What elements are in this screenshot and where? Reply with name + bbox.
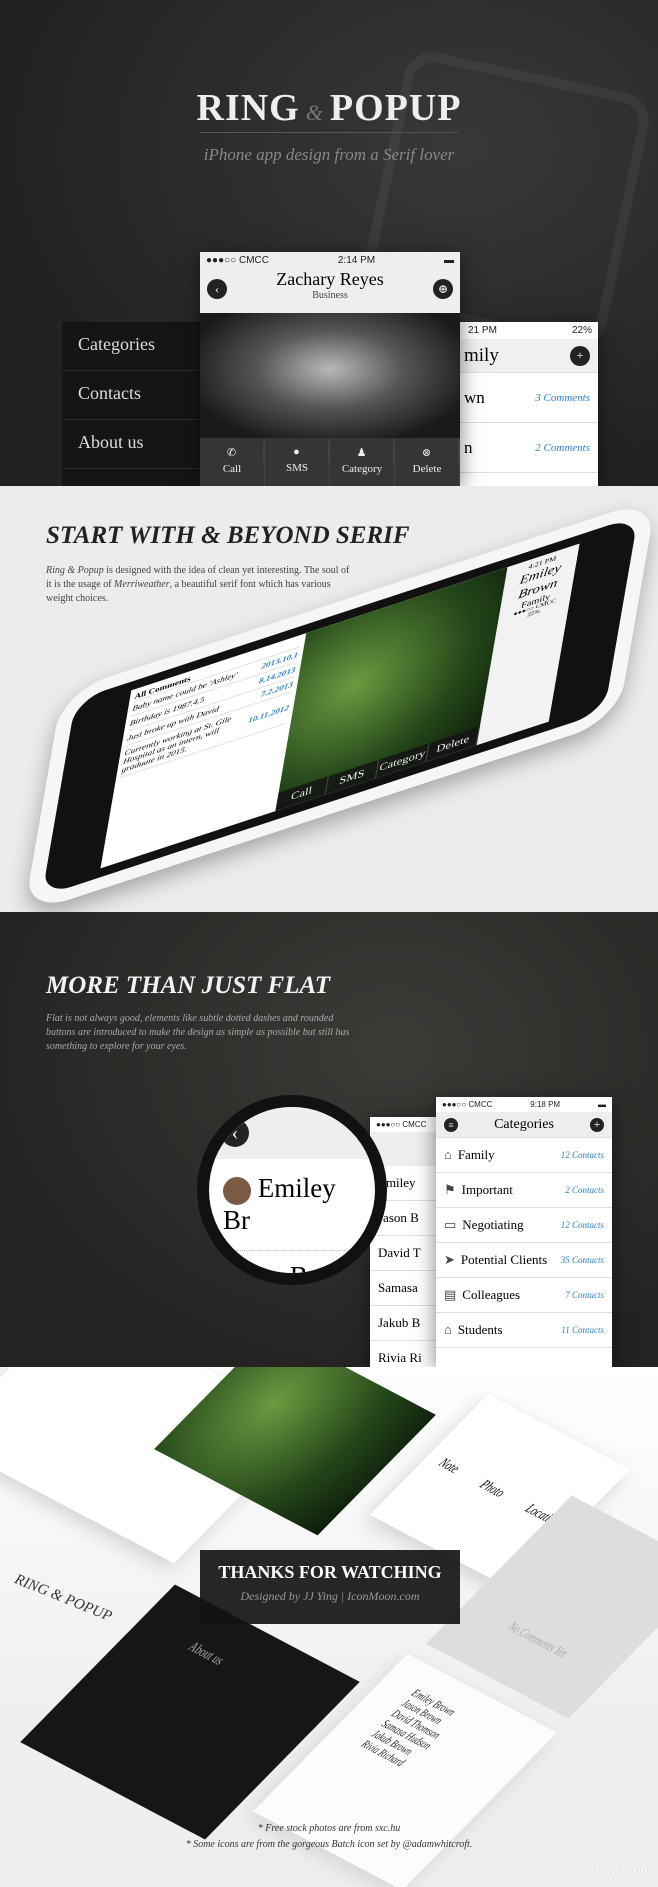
- contact-photo: [200, 313, 460, 438]
- list-item[interactable]: Rivia Ri: [370, 1341, 440, 1367]
- app-subtitle: iPhone app design from a Serif lover: [203, 145, 455, 164]
- add-icon[interactable]: +: [590, 1117, 604, 1132]
- action-bar: ✆ Call ● SMS ♟ Category ⊗ Delete: [200, 438, 460, 486]
- categories-card: ●●●○○ CMCC 9:18 PM ▬ ≡ Categories + ⌂ Family 1…: [436, 1097, 612, 1367]
- user-icon: ♟: [330, 442, 394, 463]
- delete-button[interactable]: ⊗ Delete: [395, 438, 460, 486]
- call-button[interactable]: ✆ Call: [200, 438, 265, 486]
- thanks-title: THANKS FOR WATCHING: [218, 1562, 442, 1582]
- section-paragraph: Ring & Popup is designed with the idea o…: [46, 565, 350, 604]
- category-item[interactable]: ▭ Negotiating 12 Contacts: [436, 1208, 612, 1243]
- comment-icon[interactable]: ⊕: [433, 279, 453, 299]
- battery-icon: ▬: [443, 255, 454, 266]
- add-icon[interactable]: +: [570, 345, 590, 366]
- list-item[interactable]: n2 Comments: [456, 423, 598, 473]
- footnote: * Free stock photos are from sxc.hu: [257, 1823, 401, 1834]
- list-item[interactable]: wn 3 Comments: [456, 373, 598, 423]
- section-paragraph: Flat is not always good, elements like s…: [46, 1013, 350, 1052]
- contact-name: Zachary Reyes: [276, 269, 384, 289]
- card-title: mily: [464, 344, 499, 366]
- flat-section: MORE THAN JUST FLAT Flat is not always g…: [0, 912, 658, 1367]
- section-title: MORE THAN JUST FLAT: [46, 972, 331, 999]
- logo: RING & POPUP: [12, 1571, 115, 1625]
- category-item[interactable]: ▤ Colleagues 7 Contacts: [436, 1278, 612, 1313]
- chat-icon: ▭: [444, 1217, 457, 1232]
- time: 2:14 PM: [337, 255, 376, 266]
- category-item[interactable]: ⌂ Family 12 Contacts: [436, 1138, 612, 1173]
- avatar: [223, 1176, 251, 1205]
- menu-item-about[interactable]: About us: [62, 420, 202, 469]
- carrier: ●●●○○ CMCC: [206, 255, 269, 266]
- contact-card: ●●●○○ CMCC 2:14 PM ▬ ‹ Zachary Reyes Busin…: [200, 252, 460, 486]
- list-item[interactable]: Jakub B: [370, 1306, 440, 1341]
- footnote: * Some icons are from the gorgeous Batch…: [185, 1839, 473, 1850]
- list-item[interactable]: Samasa: [370, 1271, 440, 1306]
- section-title: START WITH & BEYOND SERIF: [46, 522, 410, 549]
- store-icon: ▤: [444, 1287, 457, 1302]
- iphone-mockup: All Comments Baby name could be 'Ashley'…: [23, 497, 657, 912]
- outro-section: Note Photo Location No Comments Yet RING &…: [0, 1367, 658, 1887]
- flag-icon: ⚑: [444, 1182, 456, 1197]
- magnifier: ‹ Emiley Br Jason B: [197, 1095, 387, 1285]
- list-item[interactable]: David T: [370, 1236, 440, 1271]
- list-item: Jason B: [223, 1260, 308, 1285]
- category-item[interactable]: ⚑ Important 2 Contacts: [436, 1173, 612, 1208]
- category-item[interactable]: ➤ Potential Clients 35 Contacts: [436, 1243, 612, 1278]
- phone-icon: ✆: [200, 442, 264, 463]
- sms-button[interactable]: ● SMS: [265, 438, 330, 486]
- battery: 22%: [571, 325, 592, 336]
- list-item: Emiley Br: [209, 1159, 375, 1251]
- thanks-banner: THANKS FOR WATCHING Designed by JJ Ying …: [200, 1550, 460, 1624]
- menu-item-categories[interactable]: Categories: [62, 322, 202, 371]
- home-icon: ⌂: [444, 1147, 452, 1162]
- side-menu: Categories Contacts About us: [62, 322, 202, 486]
- battery-icon: ▬: [598, 1100, 606, 1109]
- category-button[interactable]: ♟ Category: [330, 438, 395, 486]
- send-icon: ➤: [444, 1252, 455, 1267]
- back-icon[interactable]: ‹: [207, 279, 227, 299]
- chat-icon: ●: [265, 442, 329, 462]
- category-item[interactable]: ⌂ Students 11 Contacts: [436, 1313, 612, 1348]
- menu-item-contacts[interactable]: Contacts: [62, 371, 202, 420]
- menu-icon[interactable]: ≡: [444, 1117, 458, 1132]
- close-icon: ⊗: [395, 442, 459, 463]
- credit: Designed by JJ Ying | IconMoon.com: [240, 1589, 420, 1603]
- serif-section: START WITH & BEYOND SERIF Ring & Popup i…: [0, 486, 658, 912]
- hero-section: RING & POPUP iPhone app design from a Seri…: [0, 0, 658, 486]
- divider: [200, 132, 458, 133]
- time: 21 PM: [468, 325, 497, 336]
- family-card: 21 PM 22% mily + wn 3 Comments n2 Comments: [456, 322, 598, 486]
- comments-list: All Comments Baby name could be 'Ashley'…: [100, 633, 306, 868]
- app-title: RING & POPUP: [196, 87, 462, 129]
- back-icon[interactable]: ‹: [221, 1119, 249, 1147]
- bank-icon: ⌂: [444, 1322, 452, 1337]
- watermark: Tuyiyi.com: [593, 1862, 650, 1877]
- contact-group: Business: [312, 290, 348, 301]
